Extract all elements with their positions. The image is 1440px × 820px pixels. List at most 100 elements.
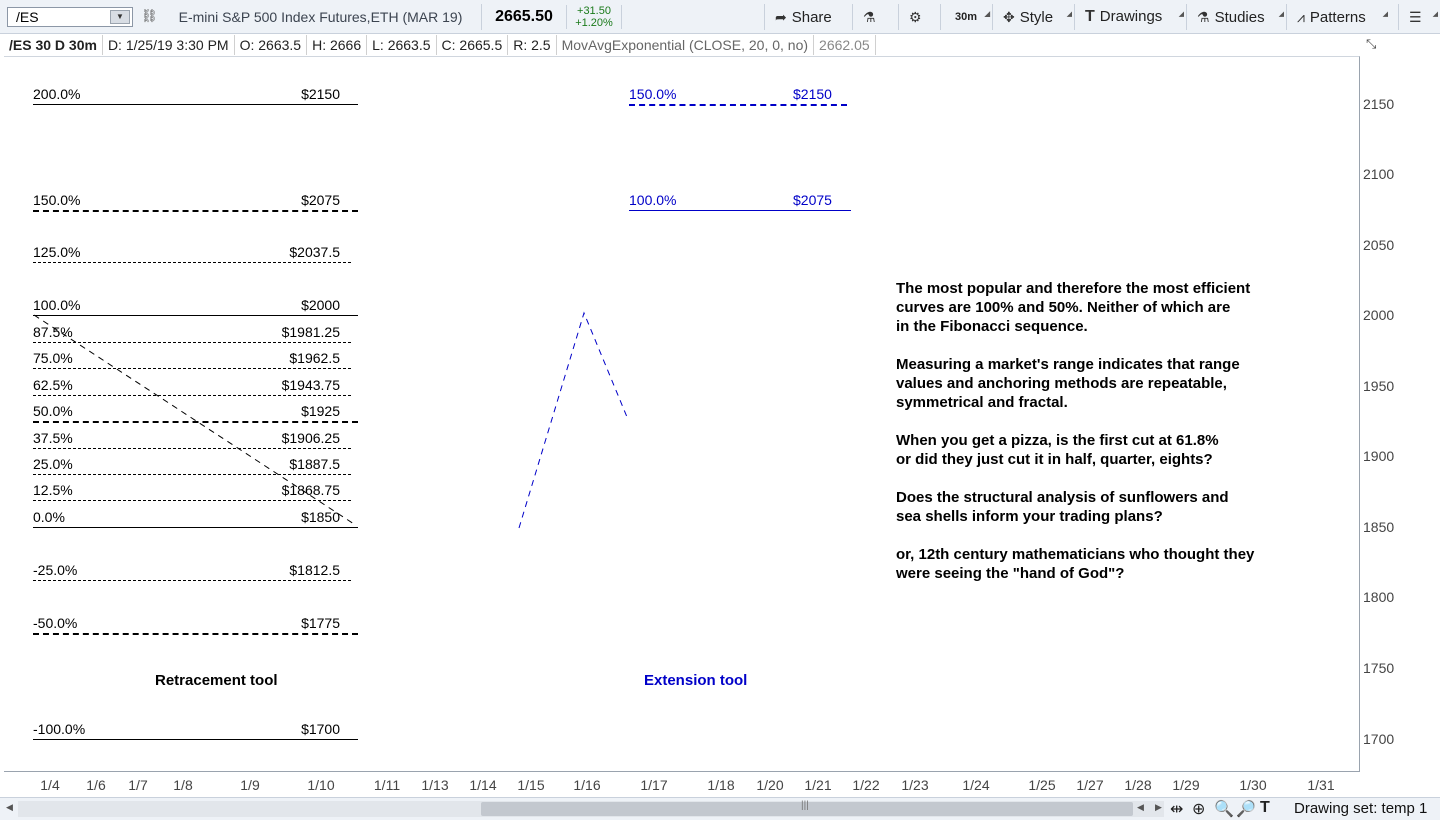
style-button[interactable]: ✥ Style ◢ [992, 4, 1074, 30]
retracement-level-line[interactable] [33, 104, 358, 105]
retracement-level-percent: 75.0% [33, 350, 73, 366]
corner-arrow-icon: ◢ [984, 11, 990, 18]
date-tick-label: 1/21 [804, 777, 832, 793]
price-tick-label: 1850 [1363, 519, 1395, 535]
date-tick-label: 1/27 [1076, 777, 1104, 793]
note-line [896, 336, 1296, 355]
retracement-level-price: $1850 [301, 509, 340, 525]
retracement-level-line[interactable] [33, 739, 358, 740]
extension-level-percent: 150.0% [629, 86, 677, 102]
retracement-level-percent: 0.0% [33, 509, 65, 525]
retracement-level-price: $1887.5 [289, 456, 340, 472]
retracement-level-line[interactable] [33, 395, 351, 396]
price-axis[interactable]: 2150 2100 2050 2000 1950 1900 1850 1800 1750 1700 [1361, 56, 1440, 772]
crosshair-icon[interactable]: ⊕ [1192, 799, 1205, 819]
retracement-level-line[interactable] [33, 448, 351, 449]
retracement-level-price: $1906.25 [281, 430, 340, 446]
retracement-level-line[interactable] [33, 633, 358, 635]
date-tick-label: 1/23 [901, 777, 929, 793]
price-tick-label: 2050 [1363, 237, 1395, 253]
retracement-level-price: $2037.5 [289, 244, 340, 260]
zoom-out-icon[interactable]: 🔎 [1236, 799, 1256, 819]
change-absolute: +31.50 [577, 5, 611, 17]
change-percent: +1.20% [575, 17, 613, 29]
retracement-level-line[interactable] [33, 580, 351, 581]
date-tick-label: 1/22 [852, 777, 880, 793]
price-tick-label: 1950 [1363, 378, 1395, 394]
link-icon[interactable]: ⛓ [141, 8, 158, 24]
retracement-level-percent: 150.0% [33, 192, 81, 208]
extension-level-line[interactable] [629, 104, 847, 106]
extension-level-price: $2150 [793, 86, 832, 102]
symbol-value: /ES [16, 9, 39, 25]
retracement-level-line[interactable] [33, 262, 351, 263]
corner-arrow-icon: ◢ [1178, 11, 1184, 18]
studies-button[interactable]: ⚗ Studies ◢ [1186, 4, 1286, 30]
retracement-level-line[interactable] [33, 210, 358, 212]
horizontal-scrollbar[interactable]: ||| [18, 800, 1164, 817]
status-range: R: 2.5 [508, 35, 557, 55]
timeframe-button[interactable]: 30m ◢ [940, 4, 992, 30]
retracement-level-percent: -50.0% [33, 615, 78, 631]
retracement-level-price: $1962.5 [289, 350, 340, 366]
retracement-level-percent: 12.5% [33, 482, 73, 498]
price-tick-label: 2150 [1363, 96, 1395, 112]
retracement-level-line[interactable] [33, 421, 358, 423]
settings-button[interactable]: ⚙ [898, 4, 940, 30]
note-line [896, 412, 1296, 431]
date-tick-label: 1/17 [640, 777, 668, 793]
date-axis[interactable]: 1/4 1/6 1/7 1/8 1/9 1/10 1/11 1/13 1/14 1/15 1/16 1… [0, 773, 1360, 797]
note-line: curves are 100% and 50%. Neither of whic… [896, 299, 1231, 316]
corner-arrow-icon: ◢ [1066, 11, 1072, 18]
status-open: O: 2663.5 [235, 35, 308, 55]
extension-level-line[interactable] [629, 210, 851, 211]
extension-level-price: $2075 [793, 192, 832, 208]
date-tick-label: 1/31 [1307, 777, 1335, 793]
retracement-level-price: $1868.75 [281, 482, 340, 498]
retracement-level-line[interactable] [33, 315, 358, 316]
expand-horizontal-icon[interactable]: ⇹ [1170, 799, 1183, 819]
retracement-level-line[interactable] [33, 368, 351, 369]
drawing-set-selector[interactable]: Drawing set: temp 1 [1294, 800, 1427, 817]
date-tick-label: 1/9 [240, 777, 260, 793]
price-tick-label: 1900 [1363, 448, 1395, 464]
retracement-level-line[interactable] [33, 527, 358, 528]
status-study[interactable]: MovAvgExponential (CLOSE, 20, 0, no) [557, 35, 815, 55]
retracement-level-price: $1812.5 [289, 562, 340, 578]
symbol-input[interactable]: /ES ▼ [7, 7, 133, 27]
retracement-level-line[interactable] [33, 342, 351, 343]
retracement-level-percent: 37.5% [33, 430, 73, 446]
retracement-level-percent: 62.5% [33, 377, 73, 393]
retracement-level-price: $1925 [301, 403, 340, 419]
flask-button[interactable]: ⚗ [852, 4, 898, 30]
scrollbar-thumb[interactable]: ||| [481, 800, 1133, 816]
retracement-level-line[interactable] [33, 500, 351, 501]
commentary-note: The most popular and therefore the most … [896, 279, 1296, 583]
patterns-button[interactable]: ⩘ Patterns ◢ [1286, 4, 1390, 30]
retracement-level-line[interactable] [33, 474, 351, 475]
text-tool-icon[interactable]: T [1260, 799, 1270, 817]
drawings-button[interactable]: T Drawings ◢ [1074, 4, 1186, 30]
scroll-left-arrow-icon[interactable]: ◀ [6, 802, 13, 813]
status-high: H: 2666 [307, 35, 368, 55]
note-line: The most popular and therefore the most … [896, 280, 1251, 297]
note-line: or did they just cut it in half, quarter… [896, 451, 1213, 468]
drawings-label: Drawings [1099, 8, 1163, 25]
scroll-left-small-arrow-icon[interactable]: ◀ [1137, 802, 1144, 813]
menu-button[interactable]: ☰ ◢ [1398, 4, 1440, 30]
retracement-level-percent: 25.0% [33, 456, 73, 472]
status-study-value: 2662.05 [814, 35, 876, 55]
share-icon: ➦ [775, 9, 787, 25]
retracement-level-percent: 87.5% [33, 324, 73, 340]
toolbar: /ES ▼ ⛓ E-mini S&P 500 Index Futures,ETH… [0, 0, 1440, 34]
retracement-level-percent: 100.0% [33, 297, 81, 313]
collapse-icon[interactable]: ⤡ [1366, 36, 1376, 52]
note-line [896, 469, 1296, 488]
date-tick-label: 1/24 [962, 777, 990, 793]
share-button[interactable]: ➦ Share [764, 4, 852, 30]
note-line: Measuring a market's range indicates tha… [896, 356, 1240, 373]
price-tick-label: 1750 [1363, 660, 1395, 676]
chevron-down-icon[interactable]: ▼ [110, 10, 130, 24]
zoom-in-icon[interactable]: 🔍 [1214, 799, 1234, 819]
scroll-right-arrow-icon[interactable]: ▶ [1155, 802, 1162, 813]
